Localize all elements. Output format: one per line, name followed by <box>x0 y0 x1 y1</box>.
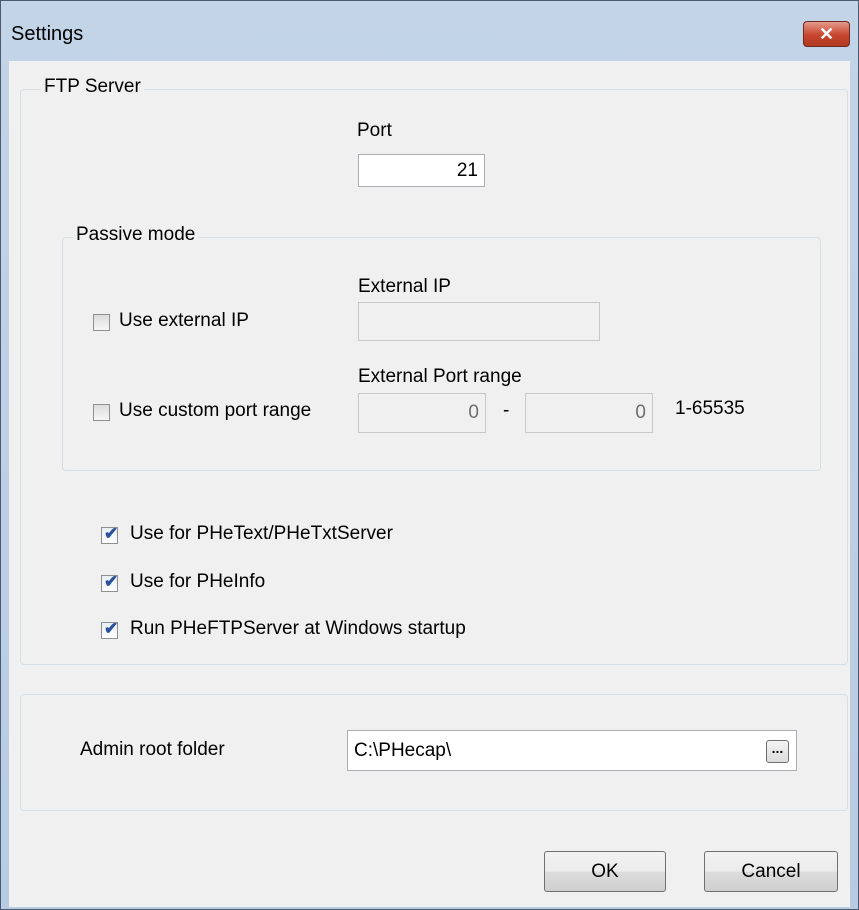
use-for-phetext-checkbox[interactable]: ✔ <box>101 524 119 544</box>
title-bar[interactable]: Settings ✕ <box>1 1 858 61</box>
browse-folder-button[interactable]: ... <box>766 740 789 763</box>
cancel-button[interactable]: Cancel <box>704 851 838 892</box>
port-label: Port <box>357 120 392 141</box>
port-range-to-field[interactable] <box>525 393 653 433</box>
port-range-separator: - <box>503 400 510 421</box>
checkmark-icon: ✔ <box>104 619 119 638</box>
checkmark-icon: ✔ <box>104 524 119 543</box>
external-ip-field[interactable] <box>358 302 600 341</box>
passive-mode-legend: Passive mode <box>73 224 199 246</box>
checkmark-icon: ✔ <box>104 572 119 591</box>
external-ip-label: External IP <box>358 276 451 297</box>
admin-root-folder-field[interactable] <box>347 730 797 771</box>
close-button[interactable]: ✕ <box>803 21 850 47</box>
close-icon: ✕ <box>818 24 835 44</box>
use-external-ip-label[interactable]: Use external IP <box>119 310 249 332</box>
use-for-phetext-label[interactable]: Use for PHeText/PHeTxtServer <box>130 523 393 545</box>
port-field[interactable] <box>358 154 485 187</box>
run-at-startup-label[interactable]: Run PHeFTPServer at Windows startup <box>130 618 466 640</box>
admin-group: Admin root folder ... <box>20 694 848 811</box>
ok-button[interactable]: OK <box>544 851 666 892</box>
passive-mode-group: Passive mode Use external IP External IP… <box>62 224 821 471</box>
admin-root-folder-label: Admin root folder <box>80 739 225 760</box>
use-for-pheinfo-checkbox[interactable]: ✔ <box>101 572 119 592</box>
use-custom-port-range-label[interactable]: Use custom port range <box>119 400 311 422</box>
ftp-server-group: FTP Server Port Passive mode Use externa… <box>20 76 848 665</box>
settings-dialog: Settings ✕ FTP Server Port Passive mode … <box>0 0 859 910</box>
port-range-from-field[interactable] <box>358 393 486 433</box>
use-custom-port-range-checkbox[interactable] <box>93 404 110 421</box>
port-range-hint: 1-65535 <box>675 398 745 419</box>
dialog-client-area: FTP Server Port Passive mode Use externa… <box>9 61 850 907</box>
window-title: Settings <box>11 23 84 45</box>
external-port-range-label: External Port range <box>358 366 522 387</box>
ftp-server-legend: FTP Server <box>41 76 144 98</box>
run-at-startup-checkbox[interactable]: ✔ <box>101 619 119 639</box>
use-external-ip-checkbox[interactable] <box>93 314 110 331</box>
use-for-pheinfo-label[interactable]: Use for PHeInfo <box>130 571 265 593</box>
